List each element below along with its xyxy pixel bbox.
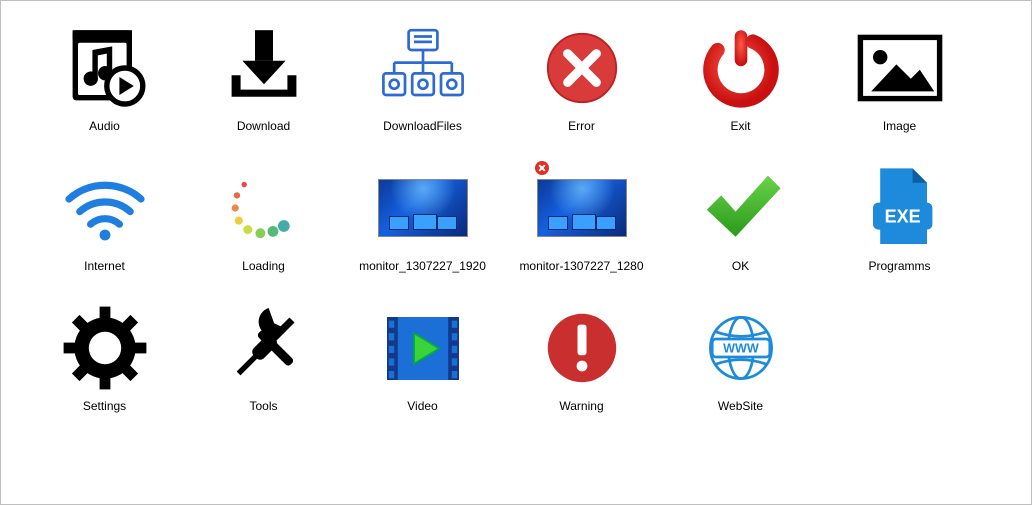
item-programms[interactable]: EXE Programms <box>822 159 977 299</box>
item-video[interactable]: Video <box>345 299 500 439</box>
monitor-thumbnail-broken <box>537 163 627 253</box>
item-label: Video <box>407 399 437 413</box>
icon-grid: Audio Download DownloadFiles Error Exit <box>1 1 1031 457</box>
item-ok[interactable]: OK <box>663 159 818 299</box>
loading-icon <box>219 163 309 253</box>
svg-text:WWW: WWW <box>723 342 759 356</box>
item-label: WebSite <box>718 399 763 413</box>
audio-icon <box>60 23 150 113</box>
image-icon <box>855 23 945 113</box>
item-label: Exit <box>730 119 750 133</box>
error-icon <box>537 23 627 113</box>
item-error[interactable]: Error <box>504 19 659 159</box>
item-downloadfiles[interactable]: DownloadFiles <box>345 19 500 159</box>
item-website[interactable]: WWW WebSite <box>663 299 818 439</box>
item-label: Image <box>883 119 916 133</box>
item-label: monitor-1307227_1280 <box>519 259 643 273</box>
item-audio[interactable]: Audio <box>27 19 182 159</box>
video-icon <box>378 303 468 393</box>
item-settings[interactable]: Settings <box>27 299 182 439</box>
item-warning[interactable]: Warning <box>504 299 659 439</box>
network-files-icon <box>378 23 468 113</box>
item-label: DownloadFiles <box>383 119 462 133</box>
item-download[interactable]: Download <box>186 19 341 159</box>
error-badge-icon <box>535 161 549 175</box>
gear-icon <box>60 303 150 393</box>
item-label: Tools <box>249 399 277 413</box>
monitor-thumbnail <box>378 163 468 253</box>
item-label: Settings <box>83 399 126 413</box>
item-image[interactable]: Image <box>822 19 977 159</box>
item-label: monitor_1307227_1920 <box>359 259 486 273</box>
warning-icon <box>537 303 627 393</box>
item-label: Download <box>237 119 290 133</box>
item-monitor-1920[interactable]: monitor_1307227_1920 <box>345 159 500 299</box>
item-label: Warning <box>559 399 603 413</box>
item-label: OK <box>732 259 749 273</box>
item-exit[interactable]: Exit <box>663 19 818 159</box>
tools-icon <box>219 303 309 393</box>
www-globe-icon: WWW <box>696 303 786 393</box>
item-label: Programms <box>868 259 930 273</box>
item-loading[interactable]: Loading <box>186 159 341 299</box>
item-monitor-1280[interactable]: monitor-1307227_1280 <box>504 159 659 299</box>
icon-view-panel: Audio Download DownloadFiles Error Exit <box>0 0 1032 505</box>
item-label: Internet <box>84 259 125 273</box>
item-tools[interactable]: Tools <box>186 299 341 439</box>
power-icon <box>696 23 786 113</box>
wifi-icon <box>60 163 150 253</box>
exe-file-icon: EXE <box>855 163 945 253</box>
item-label: Audio <box>89 119 120 133</box>
item-internet[interactable]: Internet <box>27 159 182 299</box>
download-icon <box>219 23 309 113</box>
svg-text:EXE: EXE <box>884 206 920 226</box>
item-label: Loading <box>242 259 285 273</box>
item-label: Error <box>568 119 595 133</box>
checkmark-icon <box>696 163 786 253</box>
